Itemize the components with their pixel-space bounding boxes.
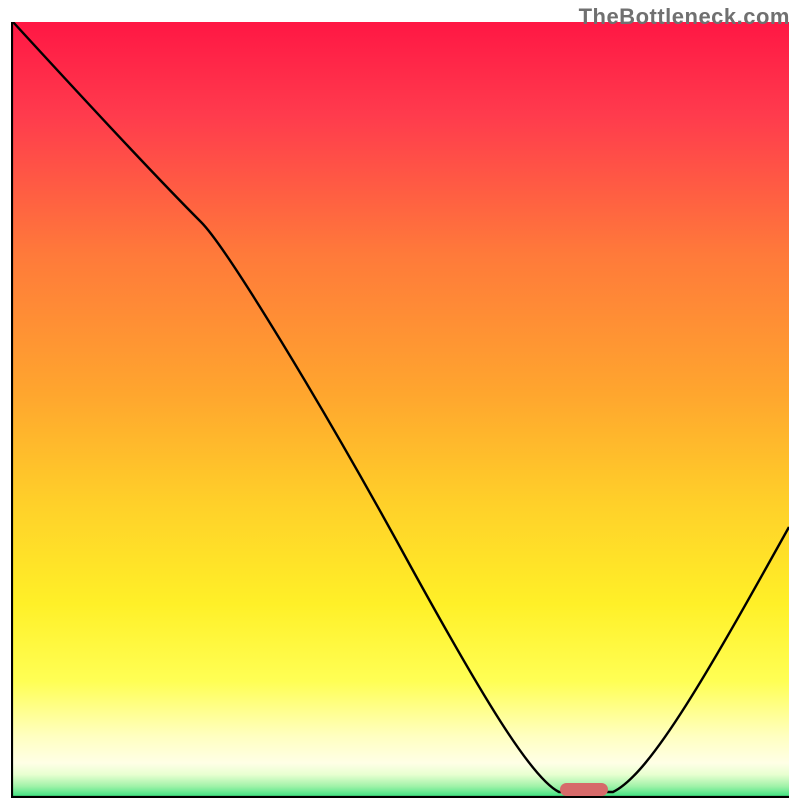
- gradient-background: [11, 22, 789, 798]
- bottleneck-chart: [11, 22, 789, 798]
- optimal-marker: [560, 783, 608, 796]
- attribution-text: TheBottleneck.com: [579, 4, 790, 30]
